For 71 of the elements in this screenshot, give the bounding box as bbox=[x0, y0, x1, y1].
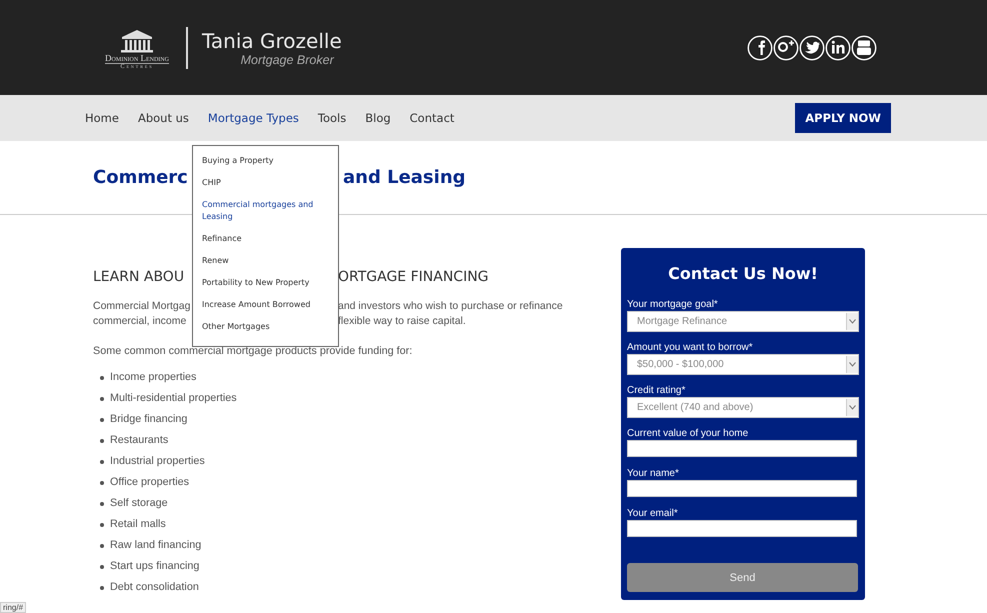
list-item: Start ups financing bbox=[110, 559, 200, 574]
bullet-icon bbox=[100, 376, 104, 380]
nav-link[interactable]: Blog bbox=[365, 111, 391, 125]
menu-item[interactable]: Portability to New Property bbox=[202, 274, 329, 296]
chevron-down-icon bbox=[849, 319, 856, 324]
list-item: Multi-residential properties bbox=[110, 391, 237, 406]
bullet-icon bbox=[100, 396, 104, 400]
field-label: Current value of your home bbox=[627, 427, 750, 440]
page-title: and Leasing bbox=[343, 167, 466, 188]
bullet-icon bbox=[100, 544, 104, 548]
select-field[interactable]: Mortgage Refinance bbox=[627, 311, 859, 332]
logo-text: Dominion Lending bbox=[105, 52, 169, 64]
list-item: Industrial properties bbox=[110, 454, 205, 469]
field-label: Your email* bbox=[627, 507, 679, 520]
paragraph-text: Some common commercial mortgage products provide funding for: bbox=[93, 345, 414, 357]
bullet-icon bbox=[100, 522, 104, 526]
bullet-icon bbox=[100, 460, 104, 464]
menu-item[interactable]: Other Mortgages bbox=[202, 318, 329, 340]
menu-item[interactable]: Increase Amount Borrowed bbox=[202, 296, 329, 318]
social-media-icon[interactable] bbox=[825, 34, 851, 60]
menu-item[interactable]: Commercial mortgages and Leasing bbox=[202, 196, 329, 230]
bullet-icon bbox=[100, 418, 104, 422]
menu-item[interactable]: CHIP bbox=[202, 174, 329, 196]
section-heading: ORTGAGE FINANCING bbox=[338, 269, 489, 285]
paragraph-text: and investors who wish to purchase or refinance bbox=[338, 299, 563, 314]
social-media-icon[interactable] bbox=[773, 34, 799, 60]
paragraph-text: flexible way to raise capital. bbox=[338, 314, 466, 329]
section-heading: LEARN ABOU bbox=[93, 269, 186, 285]
broker-name: Tania Grozelle bbox=[202, 28, 342, 52]
field-label: Your name* bbox=[627, 467, 680, 480]
field-label: Your mortgage goal* bbox=[627, 298, 719, 311]
field-label: Amount you want to borrow* bbox=[627, 341, 754, 354]
list-item: Self storage bbox=[110, 496, 168, 511]
nav-link[interactable]: About us bbox=[138, 111, 189, 125]
list-item: Income properties bbox=[110, 370, 196, 385]
list-item: Restaurants bbox=[110, 433, 168, 448]
list-item: Raw land financing bbox=[110, 538, 202, 553]
paragraph-text: Commercial Mortgag bbox=[93, 299, 191, 314]
paragraph-text: commercial, income bbox=[93, 314, 188, 329]
page-title: Commerc bbox=[93, 167, 189, 188]
field-label: Credit rating* bbox=[627, 384, 686, 397]
menu-item[interactable]: Buying a Property bbox=[202, 152, 329, 174]
list-item: Debt consolidation bbox=[110, 580, 199, 595]
bullet-icon bbox=[100, 564, 104, 568]
menu-item[interactable]: Refinance bbox=[202, 230, 329, 252]
chevron-down-icon bbox=[849, 405, 856, 410]
social-media-icon[interactable] bbox=[747, 34, 773, 60]
list-item: Office properties bbox=[110, 475, 190, 490]
broker-title: Mortgage Broker bbox=[240, 52, 336, 66]
input-field[interactable] bbox=[627, 480, 857, 497]
select-field[interactable]: $50,000 - $100,000 bbox=[627, 354, 859, 375]
social-media-icon[interactable] bbox=[851, 34, 877, 60]
form-title: Contact Us Now! bbox=[667, 264, 819, 283]
list-item: Retail malls bbox=[110, 517, 166, 532]
input-field[interactable] bbox=[627, 520, 857, 537]
bullet-icon bbox=[100, 586, 104, 590]
apply-now-button[interactable]: APPLY NOW bbox=[795, 103, 891, 133]
nav-link[interactable]: Mortgage Types bbox=[208, 111, 299, 125]
select-field[interactable]: Excellent (740 and above) bbox=[627, 397, 859, 418]
chevron-down-icon bbox=[849, 362, 856, 367]
bullet-icon bbox=[100, 438, 104, 442]
menu-item[interactable]: Renew bbox=[202, 252, 329, 274]
input-field[interactable] bbox=[627, 440, 857, 457]
status-url: ring/# bbox=[0, 602, 26, 613]
bullet-icon bbox=[100, 480, 104, 484]
nav-link[interactable]: Tools bbox=[318, 111, 346, 125]
social-media-icon[interactable] bbox=[799, 34, 825, 60]
nav-link[interactable]: Home bbox=[85, 111, 119, 125]
nav-link[interactable]: Contact bbox=[410, 111, 454, 125]
list-item: Bridge financing bbox=[110, 412, 188, 427]
bullet-icon bbox=[100, 502, 104, 506]
